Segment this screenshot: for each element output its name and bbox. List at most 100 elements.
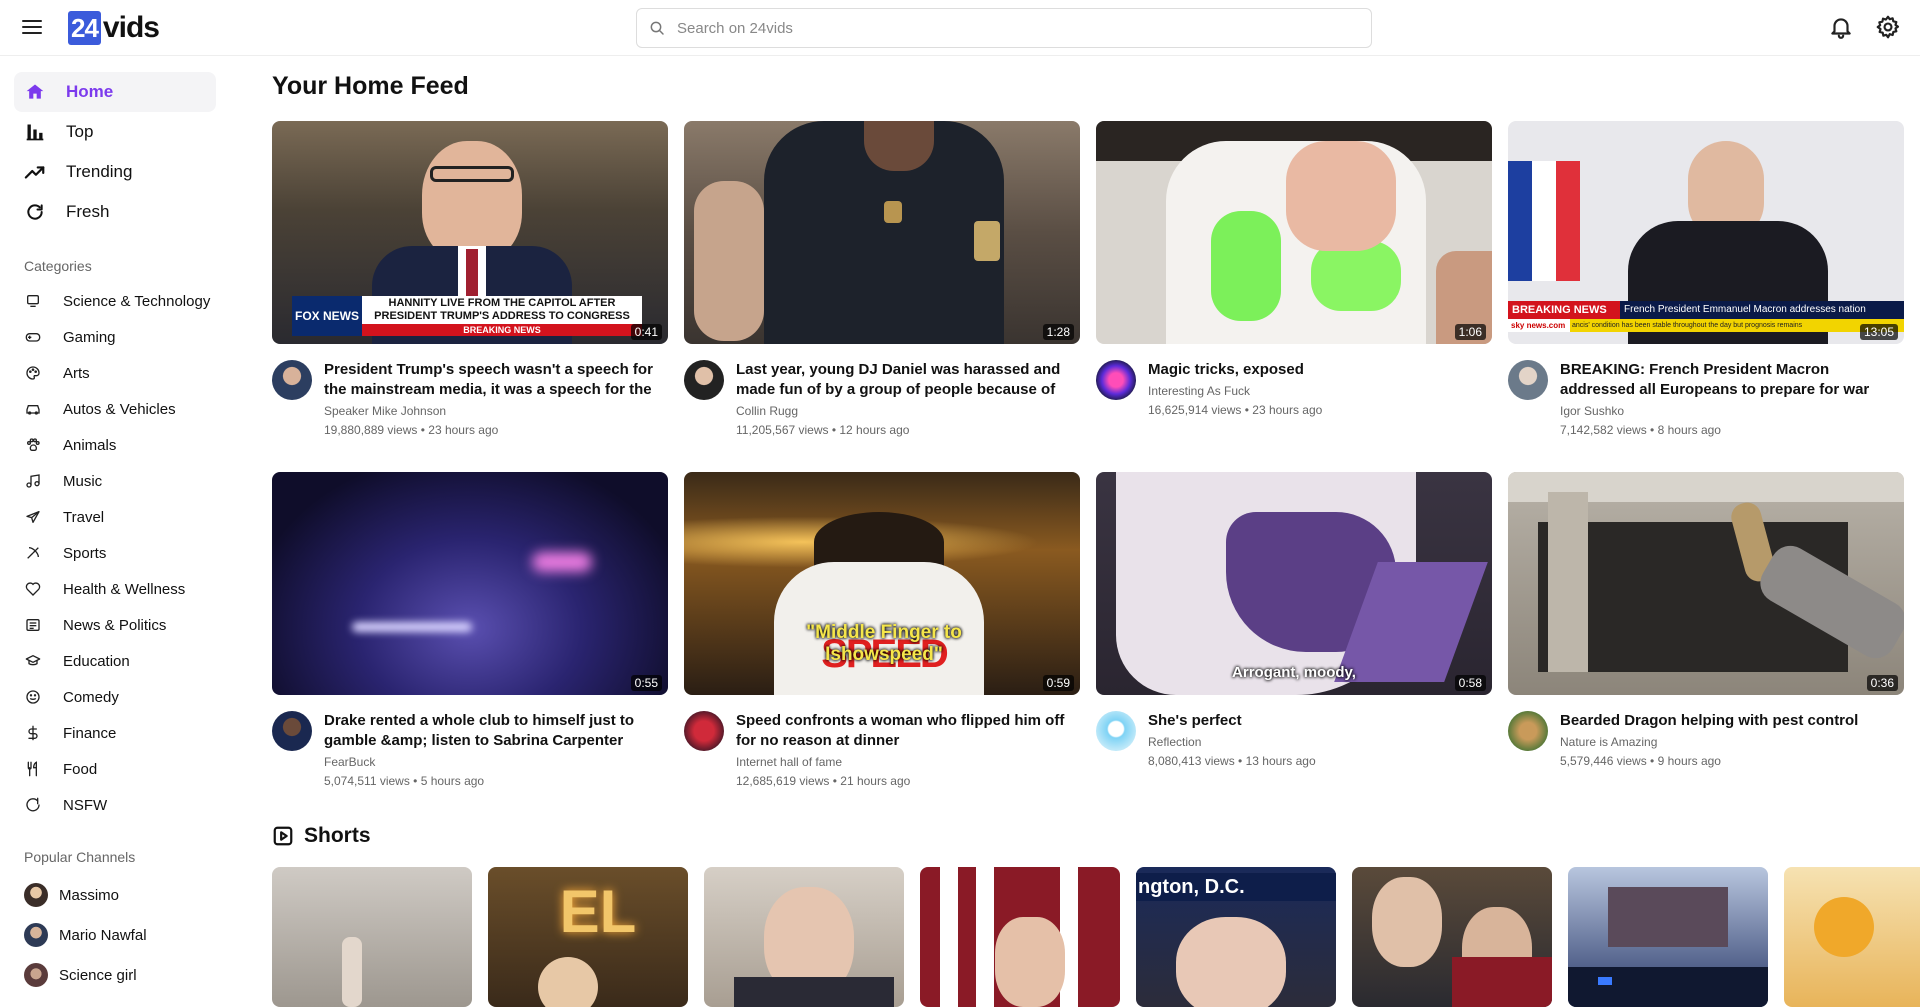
avatar[interactable] (684, 360, 724, 400)
home-icon (24, 81, 46, 103)
video-stats: 8,080,413 views • 13 hours ago (1148, 754, 1316, 768)
sidebar-item-arts[interactable]: Arts (14, 358, 216, 388)
video-thumbnail[interactable]: 0:36 (1508, 472, 1904, 695)
video-thumbnail[interactable]: FOX NEWS HANNITY LIVE FROM THE CAPITOL A… (272, 121, 668, 344)
avatar[interactable] (1096, 711, 1136, 751)
sidebar-item-label: Arts (63, 364, 90, 382)
search-bar[interactable] (636, 8, 1372, 48)
video-duration: 0:58 (1454, 675, 1486, 691)
sidebar-item-fresh[interactable]: Fresh (14, 192, 216, 232)
short-card[interactable] (920, 867, 1120, 1007)
video-duration: 1:06 (1454, 324, 1486, 340)
video-thumbnail[interactable]: 1:28 (684, 121, 1080, 344)
video-title[interactable]: She's perfect (1148, 711, 1490, 731)
categories-heading: Categories (24, 258, 92, 274)
sidebar-item-home[interactable]: Home (14, 72, 216, 112)
sidebar-item-finance[interactable]: Finance (14, 718, 216, 748)
video-thumbnail[interactable]: BREAKING NEWS French President Emmanuel … (1508, 121, 1904, 344)
video-stats: 5,074,511 views • 5 hours ago (324, 774, 485, 788)
sidebar-item-gaming[interactable]: Gaming (14, 322, 216, 352)
video-title[interactable]: BREAKING: French President Macron addres… (1560, 360, 1902, 400)
video-thumbnail[interactable]: SPEED "Middle Finger to Ishowspeed" 0:59 (684, 472, 1080, 695)
sidebar-item-education[interactable]: Education (14, 646, 216, 676)
short-card[interactable] (1784, 867, 1920, 1007)
video-card: SPEED "Middle Finger to Ishowspeed" 0:59… (684, 472, 1080, 801)
sidebar-channel-massimo[interactable]: Massimo (14, 878, 216, 912)
video-title[interactable]: Bearded Dragon helping with pest control (1560, 711, 1902, 731)
video-channel[interactable]: Collin Rugg (736, 404, 798, 418)
dollar-icon (24, 724, 42, 742)
breaking-news-banner: BREAKING NEWS (1508, 301, 1620, 319)
sidebar-item-label: News & Politics (63, 616, 167, 634)
utensils-icon (24, 760, 42, 778)
video-title[interactable]: Magic tricks, exposed (1148, 360, 1490, 380)
short-card[interactable] (1568, 867, 1768, 1007)
sidebar-item-sports[interactable]: Sports (14, 538, 216, 568)
channel-logo-overlay: FOX NEWS (292, 296, 362, 336)
video-title[interactable]: Speed confronts a woman who flipped him … (736, 711, 1078, 751)
short-card[interactable]: ngton, D.C. (1136, 867, 1336, 1007)
sidebar-channel-mario-nawfal[interactable]: Mario Nawfal (14, 918, 216, 952)
short-card[interactable] (704, 867, 904, 1007)
sidebar-item-science-technology[interactable]: Science & Technology (14, 286, 216, 316)
sidebar-item-news-politics[interactable]: News & Politics (14, 610, 216, 640)
avatar[interactable] (272, 711, 312, 751)
video-channel[interactable]: Igor Sushko (1560, 404, 1624, 418)
overlay-headline: French President Emmanuel Macron address… (1624, 304, 1866, 315)
video-thumbnail[interactable]: 1:06 (1096, 121, 1492, 344)
nsfw-icon (24, 796, 42, 814)
short-card[interactable]: EL (488, 867, 688, 1007)
sidebar-item-autos-vehicles[interactable]: Autos & Vehicles (14, 394, 216, 424)
video-channel[interactable]: Reflection (1148, 735, 1201, 749)
sidebar-item-travel[interactable]: Travel (14, 502, 216, 532)
smile-icon (24, 688, 42, 706)
avatar[interactable] (1096, 360, 1136, 400)
avatar[interactable] (1508, 360, 1548, 400)
overlay-headline-bottom: PRESIDENT TRUMP'S ADDRESS TO CONGRESS (374, 310, 630, 322)
video-thumbnail[interactable]: Arrogant, moody, 0:58 (1096, 472, 1492, 695)
search-input[interactable] (677, 19, 1337, 37)
sidebar-item-label: Education (63, 652, 130, 670)
sidebar-item-label: Travel (63, 508, 105, 526)
short-card[interactable] (272, 867, 472, 1007)
gear-icon[interactable] (1875, 14, 1901, 40)
video-duration: 0:36 (1866, 675, 1898, 691)
video-channel[interactable]: Nature is Amazing (1560, 735, 1657, 749)
sidebar-item-trending[interactable]: Trending (14, 152, 216, 192)
sidebar-item-food[interactable]: Food (14, 754, 216, 784)
video-channel[interactable]: Speaker Mike Johnson (324, 404, 446, 418)
video-card: FOX NEWS HANNITY LIVE FROM THE CAPITOL A… (272, 121, 668, 450)
sidebar-item-music[interactable]: Music (14, 466, 216, 496)
sidebar-channel-label: Mario Nawfal (59, 926, 147, 944)
avatar[interactable] (684, 711, 724, 751)
bell-icon[interactable] (1828, 14, 1854, 40)
site-logo[interactable]: 24 vids (68, 10, 160, 46)
sidebar: Home Top Trending Fresh Categories Scien… (0, 56, 230, 993)
channel-logo-overlay: sky news.com (1508, 319, 1570, 332)
avatar[interactable] (272, 360, 312, 400)
logo-text: vids (102, 11, 160, 44)
avatar (24, 963, 48, 987)
video-channel[interactable]: Interesting As Fuck (1148, 384, 1250, 398)
video-card: BREAKING NEWS French President Emmanuel … (1508, 121, 1904, 450)
sidebar-item-comedy[interactable]: Comedy (14, 682, 216, 712)
video-thumbnail[interactable]: 0:55 (272, 472, 668, 695)
video-card: 0:55 Drake rented a whole club to himsel… (272, 472, 668, 801)
science-icon (24, 292, 42, 310)
car-icon (24, 400, 42, 418)
video-channel[interactable]: Internet hall of fame (736, 755, 842, 769)
sidebar-item-animals[interactable]: Animals (14, 430, 216, 460)
avatar[interactable] (1508, 711, 1548, 751)
sidebar-item-label: Comedy (63, 688, 119, 706)
sidebar-item-nsfw[interactable]: NSFW (14, 790, 216, 820)
video-title[interactable]: President Trump's speech wasn't a speech… (324, 360, 666, 400)
menu-icon[interactable] (20, 16, 44, 40)
sidebar-channel-science-girl[interactable]: Science girl (14, 958, 216, 992)
video-title[interactable]: Drake rented a whole club to himself jus… (324, 711, 666, 751)
video-channel[interactable]: FearBuck (324, 755, 375, 769)
video-title[interactable]: Last year, young DJ Daniel was harassed … (736, 360, 1078, 400)
sidebar-item-label: NSFW (63, 796, 108, 814)
sidebar-item-health-wellness[interactable]: Health & Wellness (14, 574, 216, 604)
short-card[interactable] (1352, 867, 1552, 1007)
sidebar-item-top[interactable]: Top (14, 112, 216, 152)
